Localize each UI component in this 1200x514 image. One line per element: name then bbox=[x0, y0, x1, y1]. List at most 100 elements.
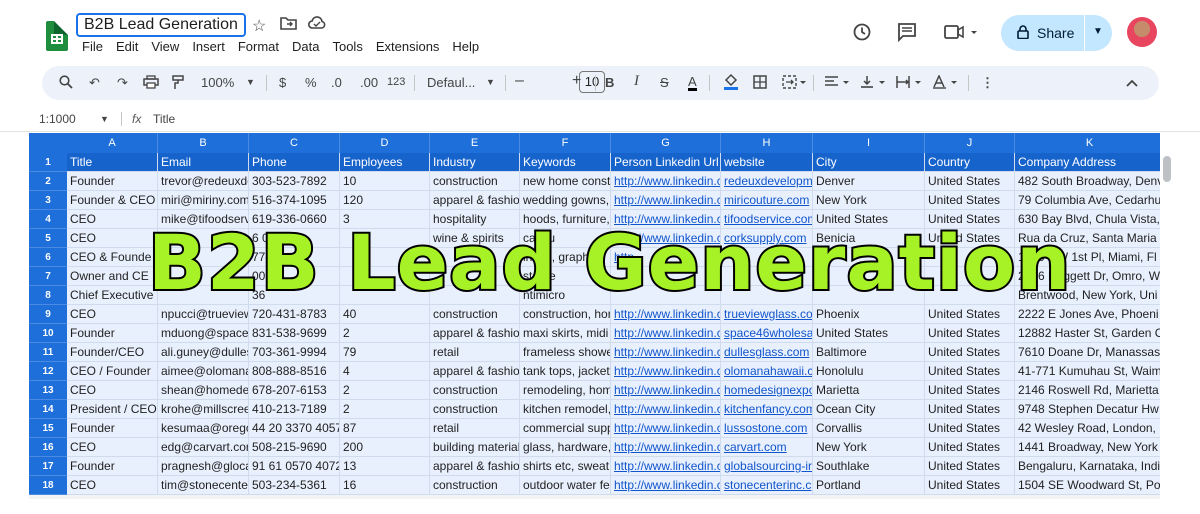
table-cell[interactable]: 91 61 0570 4072 bbox=[249, 457, 340, 476]
print-icon[interactable] bbox=[143, 75, 159, 92]
table-cell[interactable]: wedding gowns, bbox=[520, 191, 611, 210]
header-cell[interactable]: Employees bbox=[340, 153, 430, 172]
row-header-18[interactable]: 18 bbox=[29, 476, 67, 495]
table-cell[interactable]: Marietta bbox=[813, 381, 925, 400]
table-cell[interactable]: http://www.linkedin.c bbox=[611, 381, 721, 400]
undo-icon[interactable]: ↶ bbox=[89, 75, 100, 91]
table-cell[interactable]: carvart.com bbox=[721, 438, 813, 457]
table-cell[interactable]: frameless showe bbox=[520, 343, 611, 362]
row-header-14[interactable]: 14 bbox=[29, 400, 67, 419]
name-box[interactable]: 1:1000 bbox=[39, 112, 76, 126]
row-header-9[interactable]: 9 bbox=[29, 305, 67, 324]
table-cell[interactable]: United States bbox=[925, 343, 1015, 362]
table-cell[interactable]: Founder bbox=[67, 419, 158, 438]
formula-input[interactable]: Title bbox=[153, 112, 175, 126]
table-cell[interactable]: United States bbox=[925, 476, 1015, 495]
more-options-icon[interactable]: ⋮ bbox=[981, 75, 994, 91]
column-header-d[interactable]: D bbox=[340, 133, 430, 153]
table-cell[interactable]: 2146 Roswell Rd, Marietta bbox=[1015, 381, 1160, 400]
table-cell[interactable]: http://www.linkedin.c bbox=[611, 191, 721, 210]
table-cell[interactable]: United States bbox=[925, 172, 1015, 191]
table-cell[interactable]: globalsourcing-ir bbox=[721, 457, 813, 476]
table-cell[interactable]: New York bbox=[813, 438, 925, 457]
decrease-decimal-button[interactable]: .0 bbox=[331, 75, 342, 90]
fill-color-icon[interactable] bbox=[723, 73, 739, 94]
table-cell[interactable]: 79 bbox=[340, 343, 430, 362]
header-cell[interactable]: Industry bbox=[430, 153, 520, 172]
table-cell[interactable]: construction bbox=[430, 172, 520, 191]
row-header-12[interactable]: 12 bbox=[29, 362, 67, 381]
menu-tools[interactable]: Tools bbox=[332, 39, 362, 54]
column-header-j[interactable]: J bbox=[925, 133, 1015, 153]
table-cell[interactable]: glass, hardware, bbox=[520, 438, 611, 457]
table-cell[interactable]: 410-213-7189 bbox=[249, 400, 340, 419]
table-cell[interactable]: http://www.linkedin.c bbox=[611, 476, 721, 495]
row-header-16[interactable]: 16 bbox=[29, 438, 67, 457]
table-cell[interactable]: 2 bbox=[340, 324, 430, 343]
table-cell[interactable]: new home const bbox=[520, 172, 611, 191]
table-cell[interactable]: http://www.linkedin.c bbox=[611, 457, 721, 476]
font-chevron-down-icon[interactable]: ▼ bbox=[486, 77, 495, 87]
table-cell[interactable]: United States bbox=[925, 457, 1015, 476]
table-cell[interactable]: CEO bbox=[67, 438, 158, 457]
history-icon[interactable] bbox=[852, 22, 872, 48]
header-cell[interactable]: Phone bbox=[249, 153, 340, 172]
column-header-a[interactable]: A bbox=[67, 133, 158, 153]
table-cell[interactable]: http://www.linkedin.c bbox=[611, 324, 721, 343]
table-cell[interactable]: Founder/CEO bbox=[67, 343, 158, 362]
table-cell[interactable]: http://www.linkedin.c bbox=[611, 343, 721, 362]
menu-file[interactable]: File bbox=[82, 39, 103, 54]
bold-button[interactable]: B bbox=[605, 75, 614, 90]
table-cell[interactable]: http://www.linkedin.c bbox=[611, 400, 721, 419]
document-title-input[interactable]: B2B Lead Generation bbox=[76, 13, 246, 37]
column-header-k[interactable]: K bbox=[1015, 133, 1160, 153]
column-header-h[interactable]: H bbox=[721, 133, 813, 153]
column-header-f[interactable]: F bbox=[520, 133, 611, 153]
table-cell[interactable]: mduong@space bbox=[158, 324, 249, 343]
table-cell[interactable]: United States bbox=[813, 324, 925, 343]
table-cell[interactable]: CEO bbox=[67, 476, 158, 495]
header-cell[interactable]: Company Address bbox=[1015, 153, 1160, 172]
table-cell[interactable]: 87 bbox=[340, 419, 430, 438]
table-cell[interactable]: Founder bbox=[67, 457, 158, 476]
table-cell[interactable]: lussostone.com bbox=[721, 419, 813, 438]
horizontal-scrollbar-track[interactable] bbox=[29, 495, 1160, 499]
row-header-5[interactable]: 5 bbox=[29, 229, 67, 248]
header-cell[interactable]: website bbox=[721, 153, 813, 172]
table-cell[interactable]: space46wholesa bbox=[721, 324, 813, 343]
column-header-g[interactable]: G bbox=[611, 133, 721, 153]
table-cell[interactable]: construction bbox=[430, 381, 520, 400]
text-color-button[interactable]: A bbox=[688, 75, 697, 91]
select-all-corner[interactable] bbox=[29, 133, 67, 153]
table-cell[interactable]: 2 bbox=[340, 381, 430, 400]
table-cell[interactable]: trevor@redeuxde bbox=[158, 172, 249, 191]
table-cell[interactable]: tim@stonecente bbox=[158, 476, 249, 495]
table-cell[interactable]: kitchenfancy.com bbox=[721, 400, 813, 419]
sheets-logo-icon[interactable] bbox=[46, 21, 68, 51]
row-header-6[interactable]: 6 bbox=[29, 248, 67, 267]
meet-icon[interactable] bbox=[944, 22, 978, 48]
table-cell[interactable]: maxi skirts, midi bbox=[520, 324, 611, 343]
table-cell[interactable]: Founder & CEO bbox=[67, 191, 158, 210]
menu-format[interactable]: Format bbox=[238, 39, 279, 54]
menu-edit[interactable]: Edit bbox=[116, 39, 138, 54]
row-header-13[interactable]: 13 bbox=[29, 381, 67, 400]
increase-font-size-button[interactable]: + bbox=[572, 72, 581, 90]
table-cell[interactable]: 516-374-1095 bbox=[249, 191, 340, 210]
table-cell[interactable]: Denver bbox=[813, 172, 925, 191]
table-cell[interactable]: 79 Columbia Ave, Cedarhu bbox=[1015, 191, 1160, 210]
table-cell[interactable]: 42 Wesley Road, London, bbox=[1015, 419, 1160, 438]
table-cell[interactable]: 1504 SE Woodward St, Po bbox=[1015, 476, 1160, 495]
row-header-2[interactable]: 2 bbox=[29, 172, 67, 191]
font-size-input[interactable]: 10 bbox=[579, 71, 605, 93]
table-cell[interactable]: 12882 Haster St, Garden C bbox=[1015, 324, 1160, 343]
table-cell[interactable]: aimee@olomana bbox=[158, 362, 249, 381]
cloud-status-icon[interactable] bbox=[308, 16, 326, 35]
move-to-folder-icon[interactable] bbox=[280, 16, 297, 35]
percent-format-button[interactable]: % bbox=[305, 75, 317, 90]
column-header-e[interactable]: E bbox=[430, 133, 520, 153]
table-cell[interactable]: United States bbox=[925, 324, 1015, 343]
table-cell[interactable]: CEO bbox=[67, 229, 158, 248]
table-cell[interactable]: retail bbox=[430, 419, 520, 438]
table-cell[interactable]: United States bbox=[925, 191, 1015, 210]
